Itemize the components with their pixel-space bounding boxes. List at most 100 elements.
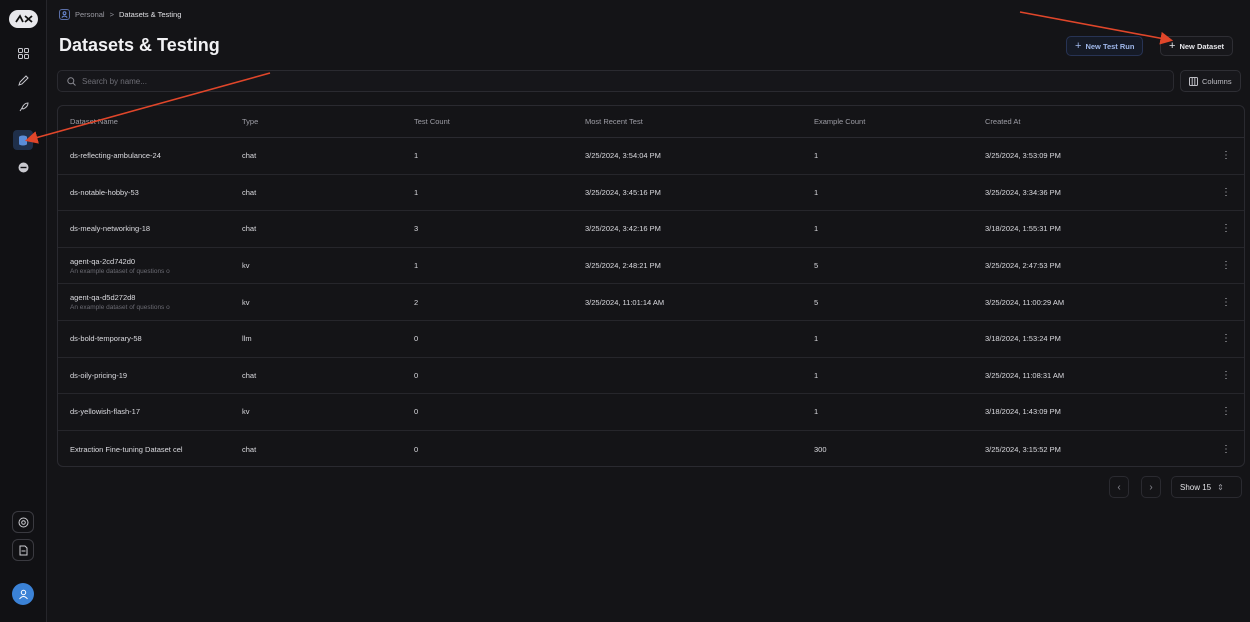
logo-mark-icon [14,14,33,23]
more-vertical-icon[interactable]: ⋮ [1208,150,1244,161]
example-count: 5 [814,297,819,307]
database-icon[interactable] [13,130,33,150]
circle-minus-icon[interactable] [13,157,33,177]
new-test-run-button[interactable]: + New Test Run [1066,36,1144,56]
dataset-type: kv [242,261,250,271]
table-row[interactable]: ds-reflecting-ambulance-24 chat 1 3/25/2… [58,138,1244,175]
more-vertical-icon[interactable]: ⋮ [1208,297,1244,308]
table-row[interactable]: agent-qa-2cd742d0 An example dataset of … [58,248,1244,285]
created-at: 3/25/2024, 11:08:31 AM [985,370,1065,380]
dataset-type: kv [242,407,250,417]
created-at: 3/25/2024, 3:53:09 PM [985,151,1061,161]
columns-label: Columns [1202,76,1232,86]
test-count: 0 [414,444,419,454]
example-count: 1 [814,334,819,344]
test-count: 0 [414,407,419,417]
test-count: 3 [414,224,419,234]
column-header-dataset-name[interactable]: Dataset Name [58,117,230,126]
dataset-name[interactable]: ds-bold-temporary-58 [58,334,230,343]
table-header: Dataset Name Type Test Count Most Recent… [58,106,1244,138]
dataset-name[interactable]: ds-notable-hobby-53 [58,188,230,197]
dataset-name[interactable]: Extraction Fine-tuning Dataset cel [58,445,230,454]
more-vertical-icon[interactable]: ⋮ [1208,444,1244,455]
created-at: 3/18/2024, 1:43:09 PM [985,407,1061,417]
column-header-most-recent-test[interactable]: Most Recent Test [573,117,802,126]
new-dataset-label: New Dataset [1179,41,1225,51]
created-at: 3/25/2024, 3:34:36 PM [985,187,1061,197]
most-recent-test: 3/25/2024, 3:42:16 PM [585,224,661,234]
new-dataset-button[interactable]: + New Dataset [1160,36,1234,56]
most-recent-test: 3/25/2024, 3:54:04 PM [585,151,661,161]
test-count: 1 [414,261,419,271]
dataset-name-cell[interactable]: agent-qa-d5d272d8 An example dataset of … [58,293,230,311]
datasets-table: Dataset Name Type Test Count Most Recent… [57,105,1245,467]
rocket-icon[interactable] [13,97,33,117]
plus-icon: + [1169,40,1176,52]
person-icon[interactable] [59,8,70,20]
avatar[interactable] [12,583,34,605]
pen-icon[interactable] [13,70,33,90]
dataset-type: chat [242,444,257,454]
column-header-example-count[interactable]: Example Count [802,117,973,126]
dataset-type: kv [242,297,250,307]
more-vertical-icon[interactable]: ⋮ [1208,370,1244,381]
created-at: 3/18/2024, 1:55:31 PM [985,224,1061,234]
dataset-type: llm [242,334,252,344]
grid-icon[interactable] [13,43,33,63]
table-row[interactable]: ds-oily-pricing-19 chat 0 1 3/25/2024, 1… [58,358,1244,395]
user-icon [18,589,28,599]
more-vertical-icon[interactable]: ⋮ [1208,223,1244,234]
search-input[interactable] [82,76,482,86]
breadcrumb-root[interactable]: Personal [75,10,105,19]
page-title: Datasets & Testing [59,35,220,55]
page-size-select[interactable]: Show 15 ⇕ [1171,476,1242,498]
example-count: 1 [814,407,819,417]
column-header-type[interactable]: Type [230,117,402,126]
test-count: 2 [414,297,419,307]
app-logo[interactable] [9,10,38,28]
table-row[interactable]: ds-yellowish-flash-17 kv 0 1 3/18/2024, … [58,394,1244,431]
test-count: 0 [414,370,419,380]
settings-icon[interactable] [12,511,34,533]
dataset-name-cell[interactable]: agent-qa-2cd742d0 An example dataset of … [58,257,230,275]
created-at: 3/18/2024, 1:53:24 PM [985,334,1061,344]
dataset-name[interactable]: ds-yellowish-flash-17 [58,407,230,416]
dataset-description: An example dataset of questions o [70,304,170,312]
chevron-right-icon[interactable]: › [1141,476,1161,498]
test-count: 1 [414,187,419,197]
dataset-type: chat [242,151,257,161]
created-at: 3/25/2024, 11:00:29 AM [985,297,1065,307]
dataset-type: chat [242,187,257,197]
table-row[interactable]: ds-notable-hobby-53 chat 1 3/25/2024, 3:… [58,175,1244,212]
more-vertical-icon[interactable]: ⋮ [1208,260,1244,271]
test-count: 1 [414,151,419,161]
sidebar [0,0,47,622]
new-test-run-label: New Test Run [1085,41,1135,51]
more-vertical-icon[interactable]: ⋮ [1208,187,1244,198]
search-bar [57,70,1174,92]
table-row[interactable]: Extraction Fine-tuning Dataset cel chat … [58,431,1244,466]
search-icon [67,76,76,86]
columns-icon [1189,76,1198,86]
chevron-left-icon[interactable]: ‹ [1109,476,1129,498]
column-header-created-at[interactable]: Created At [973,117,1208,126]
more-vertical-icon[interactable]: ⋮ [1208,333,1244,344]
more-vertical-icon[interactable]: ⋮ [1208,406,1244,417]
column-header-test-count[interactable]: Test Count [402,117,573,126]
sort-arrows-icon: ⇕ [1217,482,1224,492]
example-count: 300 [814,444,827,454]
breadcrumb: Personal > Datasets & Testing [59,8,181,20]
created-at: 3/25/2024, 3:15:52 PM [985,444,1061,454]
most-recent-test: 3/25/2024, 2:48:21 PM [585,261,661,271]
dataset-name[interactable]: ds-reflecting-ambulance-24 [58,151,230,160]
document-icon[interactable] [12,539,34,561]
table-row[interactable]: agent-qa-d5d272d8 An example dataset of … [58,284,1244,321]
table-row[interactable]: ds-bold-temporary-58 llm 0 1 3/18/2024, … [58,321,1244,358]
dataset-name[interactable]: ds-mealy-networking-18 [58,224,230,233]
columns-button[interactable]: Columns [1180,70,1241,92]
page-size-label: Show 15 [1180,482,1212,492]
example-count: 1 [814,224,819,234]
dataset-name[interactable]: ds-oily-pricing-19 [58,371,230,380]
dataset-description: An example dataset of questions o [70,267,170,275]
table-row[interactable]: ds-mealy-networking-18 chat 3 3/25/2024,… [58,211,1244,248]
